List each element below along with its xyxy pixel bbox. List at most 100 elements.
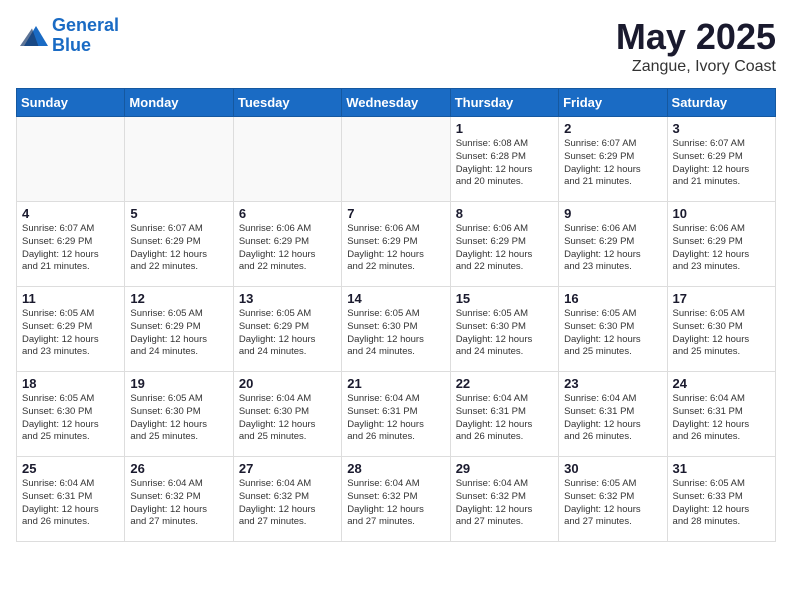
calendar-cell: 23 Sunrise: 6:04 AM Sunset: 6:31 PM Dayli… [559,372,667,457]
calendar-cell: 30 Sunrise: 6:05 AM Sunset: 6:32 PM Dayli… [559,457,667,542]
day-info: Sunrise: 6:07 AM Sunset: 6:29 PM Dayligh… [130,223,227,274]
calendar-body: 1 Sunrise: 6:08 AM Sunset: 6:28 PM Daylig… [17,117,776,542]
day-number: 14 [347,291,444,306]
weekday-header-row: SundayMondayTuesdayWednesdayThursdayFrid… [17,89,776,117]
calendar-header: SundayMondayTuesdayWednesdayThursdayFrid… [17,89,776,117]
day-number: 6 [239,206,336,221]
weekday-friday: Friday [559,89,667,117]
calendar-cell: 10Sunrise: 6:06 AM Sunset: 6:29 PM Dayli… [667,202,775,287]
calendar-cell: 5 Sunrise: 6:07 AM Sunset: 6:29 PM Daylig… [125,202,233,287]
calendar-cell: 6 Sunrise: 6:06 AM Sunset: 6:29 PM Daylig… [233,202,341,287]
day-info: Sunrise: 6:07 AM Sunset: 6:29 PM Dayligh… [22,223,119,274]
day-info: Sunrise: 6:06 AM Sunset: 6:29 PM Dayligh… [564,223,661,274]
day-number: 30 [564,461,661,476]
weekday-tuesday: Tuesday [233,89,341,117]
title-block: May 2025 Zangue, Ivory Coast [616,16,776,76]
day-info: Sunrise: 6:05 AM Sunset: 6:29 PM Dayligh… [130,308,227,359]
calendar-cell: 25Sunrise: 6:04 AM Sunset: 6:31 PM Dayli… [17,457,125,542]
logo-line2: Blue [52,35,91,55]
weekday-monday: Monday [125,89,233,117]
weekday-saturday: Saturday [667,89,775,117]
week-row-5: 25Sunrise: 6:04 AM Sunset: 6:31 PM Dayli… [17,457,776,542]
day-number: 11 [22,291,119,306]
day-number: 7 [347,206,444,221]
calendar-cell: 24Sunrise: 6:04 AM Sunset: 6:31 PM Dayli… [667,372,775,457]
day-number: 10 [673,206,770,221]
weekday-sunday: Sunday [17,89,125,117]
calendar-cell: 17 Sunrise: 6:05 AM Sunset: 6:30 PM Dayli… [667,287,775,372]
calendar-cell: 12 Sunrise: 6:05 AM Sunset: 6:29 PM Dayli… [125,287,233,372]
day-info: Sunrise: 6:04 AM Sunset: 6:31 PM Dayligh… [22,478,119,529]
logo-icon [16,22,48,50]
calendar-cell: 8 Sunrise: 6:06 AM Sunset: 6:29 PM Daylig… [450,202,558,287]
day-info: Sunrise: 6:04 AM Sunset: 6:31 PM Dayligh… [347,393,444,444]
calendar-cell [233,117,341,202]
day-number: 12 [130,291,227,306]
calendar-cell [125,117,233,202]
calendar-cell: 29 Sunrise: 6:04 AM Sunset: 6:32 PM Dayli… [450,457,558,542]
day-number: 19 [130,376,227,391]
calendar-cell: 2Sunrise: 6:07 AM Sunset: 6:29 PM Daylig… [559,117,667,202]
subtitle: Zangue, Ivory Coast [616,58,776,76]
weekday-thursday: Thursday [450,89,558,117]
calendar-cell: 11 Sunrise: 6:05 AM Sunset: 6:29 PM Dayli… [17,287,125,372]
day-info: Sunrise: 6:06 AM Sunset: 6:29 PM Dayligh… [347,223,444,274]
day-number: 18 [22,376,119,391]
day-info: Sunrise: 6:05 AM Sunset: 6:30 PM Dayligh… [347,308,444,359]
calendar-cell: 31 Sunrise: 6:05 AM Sunset: 6:33 PM Dayli… [667,457,775,542]
day-number: 5 [130,206,227,221]
day-info: Sunrise: 6:05 AM Sunset: 6:30 PM Dayligh… [673,308,770,359]
day-info: Sunrise: 6:06 AM Sunset: 6:29 PM Dayligh… [456,223,553,274]
logo: General Blue [16,16,119,56]
day-number: 27 [239,461,336,476]
day-info: Sunrise: 6:07 AM Sunset: 6:29 PM Dayligh… [673,138,770,189]
day-number: 2 [564,121,661,136]
day-number: 9 [564,206,661,221]
page-header: General Blue May 2025 Zangue, Ivory Coas… [16,16,776,76]
day-number: 3 [673,121,770,136]
day-info: Sunrise: 6:04 AM Sunset: 6:32 PM Dayligh… [347,478,444,529]
calendar-cell: 19 Sunrise: 6:05 AM Sunset: 6:30 PM Dayli… [125,372,233,457]
day-info: Sunrise: 6:04 AM Sunset: 6:31 PM Dayligh… [673,393,770,444]
calendar: SundayMondayTuesdayWednesdayThursdayFrid… [16,88,776,542]
day-info: Sunrise: 6:08 AM Sunset: 6:28 PM Dayligh… [456,138,553,189]
day-number: 31 [673,461,770,476]
day-number: 29 [456,461,553,476]
calendar-cell: 9 Sunrise: 6:06 AM Sunset: 6:29 PM Daylig… [559,202,667,287]
day-number: 17 [673,291,770,306]
day-number: 15 [456,291,553,306]
day-info: Sunrise: 6:05 AM Sunset: 6:32 PM Dayligh… [564,478,661,529]
day-number: 22 [456,376,553,391]
day-number: 23 [564,376,661,391]
day-number: 20 [239,376,336,391]
week-row-1: 1 Sunrise: 6:08 AM Sunset: 6:28 PM Daylig… [17,117,776,202]
day-info: Sunrise: 6:06 AM Sunset: 6:29 PM Dayligh… [239,223,336,274]
day-info: Sunrise: 6:04 AM Sunset: 6:32 PM Dayligh… [456,478,553,529]
day-number: 8 [456,206,553,221]
day-info: Sunrise: 6:05 AM Sunset: 6:30 PM Dayligh… [22,393,119,444]
calendar-cell [17,117,125,202]
day-info: Sunrise: 6:05 AM Sunset: 6:29 PM Dayligh… [22,308,119,359]
day-number: 13 [239,291,336,306]
calendar-cell: 20Sunrise: 6:04 AM Sunset: 6:30 PM Dayli… [233,372,341,457]
calendar-cell: 27 Sunrise: 6:04 AM Sunset: 6:32 PM Dayli… [233,457,341,542]
day-info: Sunrise: 6:05 AM Sunset: 6:29 PM Dayligh… [239,308,336,359]
day-number: 1 [456,121,553,136]
calendar-cell: 3 Sunrise: 6:07 AM Sunset: 6:29 PM Daylig… [667,117,775,202]
week-row-2: 4 Sunrise: 6:07 AM Sunset: 6:29 PM Daylig… [17,202,776,287]
calendar-cell: 21Sunrise: 6:04 AM Sunset: 6:31 PM Dayli… [342,372,450,457]
day-number: 4 [22,206,119,221]
day-info: Sunrise: 6:04 AM Sunset: 6:32 PM Dayligh… [130,478,227,529]
day-info: Sunrise: 6:04 AM Sunset: 6:31 PM Dayligh… [564,393,661,444]
day-number: 16 [564,291,661,306]
day-info: Sunrise: 6:05 AM Sunset: 6:33 PM Dayligh… [673,478,770,529]
week-row-4: 18 Sunrise: 6:05 AM Sunset: 6:30 PM Dayli… [17,372,776,457]
calendar-cell: 14 Sunrise: 6:05 AM Sunset: 6:30 PM Dayli… [342,287,450,372]
day-info: Sunrise: 6:05 AM Sunset: 6:30 PM Dayligh… [130,393,227,444]
calendar-cell: 15Sunrise: 6:05 AM Sunset: 6:30 PM Dayli… [450,287,558,372]
calendar-cell: 1 Sunrise: 6:08 AM Sunset: 6:28 PM Daylig… [450,117,558,202]
calendar-cell: 22Sunrise: 6:04 AM Sunset: 6:31 PM Dayli… [450,372,558,457]
day-info: Sunrise: 6:04 AM Sunset: 6:32 PM Dayligh… [239,478,336,529]
calendar-cell: 16Sunrise: 6:05 AM Sunset: 6:30 PM Dayli… [559,287,667,372]
calendar-cell: 18 Sunrise: 6:05 AM Sunset: 6:30 PM Dayli… [17,372,125,457]
